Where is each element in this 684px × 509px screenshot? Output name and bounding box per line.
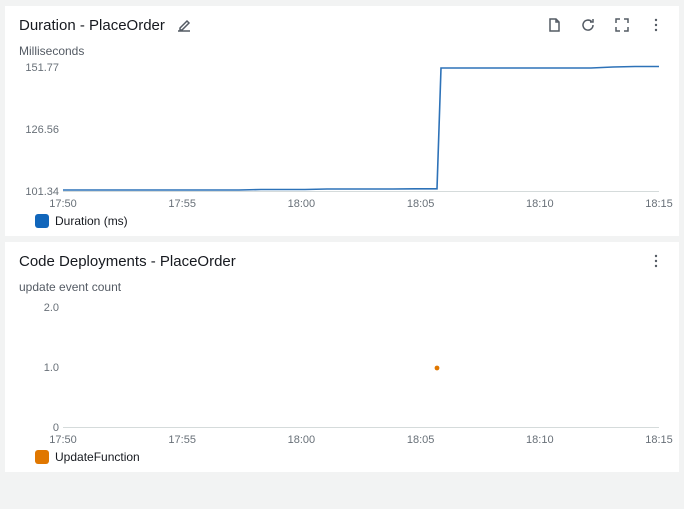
duration-series-line — [63, 67, 659, 191]
y-tick: 1.0 — [44, 362, 59, 374]
y-tick: 0 — [53, 422, 59, 434]
y-tick: 126.56 — [25, 124, 59, 136]
x-tick: 17:50 — [49, 434, 77, 446]
title-row: Code Deployments - PlaceOrder — [19, 253, 236, 270]
y-ticks: 151.77 126.56 101.34 — [19, 62, 63, 192]
plot-area — [63, 62, 659, 192]
deployments-chart: 2.0 1.0 0 17:50 17:55 18:00 18:05 18:10 … — [19, 298, 659, 448]
more-icon[interactable] — [647, 252, 665, 270]
deployments-panel: Code Deployments - PlaceOrder update eve… — [5, 242, 679, 472]
x-tick: 18:05 — [407, 434, 435, 446]
x-tick: 18:00 — [288, 198, 316, 210]
x-tick: 18:00 — [288, 434, 316, 446]
x-tick: 17:55 — [168, 198, 196, 210]
x-ticks: 17:50 17:55 18:00 18:05 18:10 18:15 — [63, 430, 659, 450]
panel-title: Duration - PlaceOrder — [19, 17, 165, 34]
y-tick: 2.0 — [44, 302, 59, 314]
refresh-icon[interactable] — [579, 16, 597, 34]
header-actions — [647, 252, 665, 270]
x-tick: 17:50 — [49, 198, 77, 210]
panel-header: Duration - PlaceOrder — [19, 16, 665, 34]
y-ticks: 2.0 1.0 0 — [19, 298, 63, 428]
y-tick: 101.34 — [25, 186, 59, 198]
x-tick: 18:10 — [526, 198, 554, 210]
duration-chart: 151.77 126.56 101.34 17:50 17:55 18:00 1… — [19, 62, 659, 212]
update-event-point — [435, 366, 440, 371]
legend-label: UpdateFunction — [55, 450, 140, 464]
legend: UpdateFunction — [19, 450, 665, 464]
expand-icon[interactable] — [613, 16, 631, 34]
y-tick: 151.77 — [25, 62, 59, 74]
legend-swatch — [35, 450, 49, 464]
duration-panel: Duration - PlaceOrder Milliseconds 151.7… — [5, 6, 679, 236]
more-icon[interactable] — [647, 16, 665, 34]
x-tick: 18:15 — [645, 434, 673, 446]
x-ticks: 17:50 17:55 18:00 18:05 18:10 18:15 — [63, 194, 659, 214]
legend: Duration (ms) — [19, 214, 665, 228]
y-axis-label: Milliseconds — [19, 44, 665, 58]
title-row: Duration - PlaceOrder — [19, 16, 193, 34]
panel-header: Code Deployments - PlaceOrder — [19, 252, 665, 270]
x-tick: 18:15 — [645, 198, 673, 210]
header-actions — [545, 16, 665, 34]
x-tick: 18:05 — [407, 198, 435, 210]
plot-area — [63, 298, 659, 428]
download-icon[interactable] — [545, 16, 563, 34]
x-tick: 18:10 — [526, 434, 554, 446]
x-tick: 17:55 — [168, 434, 196, 446]
legend-label: Duration (ms) — [55, 214, 128, 228]
y-axis-label: update event count — [19, 280, 665, 294]
edit-icon[interactable] — [175, 16, 193, 34]
panel-title: Code Deployments - PlaceOrder — [19, 253, 236, 270]
legend-swatch — [35, 214, 49, 228]
